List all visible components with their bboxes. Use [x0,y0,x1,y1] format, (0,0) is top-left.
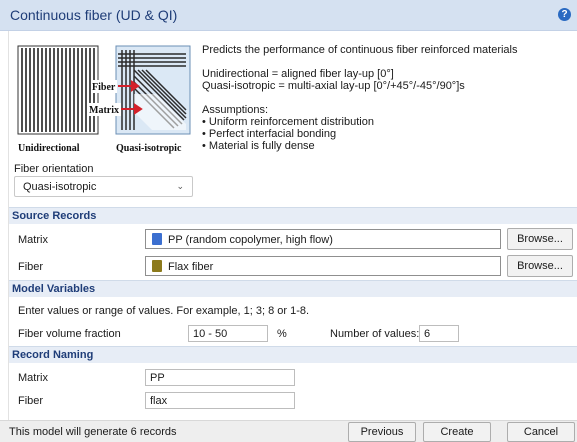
naming-matrix-value: PP [150,372,165,384]
fiber-diagram-svg: Fiber Matrix Unidirectional Quasi-isotro… [17,45,191,154]
previous-button[interactable]: Previous [348,422,416,442]
number-of-values-label: Number of values: [330,328,420,340]
source-fiber-label: Fiber [18,261,44,273]
assumptions-heading: Assumptions: [202,104,269,116]
record-icon [152,233,162,245]
assumption-item: • Material is fully dense [202,140,315,152]
input-hint: Enter values or range of values. For exa… [18,305,310,317]
diagram-label-fiber: Fiber [92,82,116,93]
title-bar: Continuous fiber (UD & QI) ? [0,0,577,31]
record-icon [152,260,162,272]
fiber-orientation-select[interactable]: Quasi-isotropic ⌄ [14,176,193,197]
browse-fiber-button[interactable]: Browse... [507,255,573,277]
section-model-variables: Model Variables [9,280,577,297]
window-title: Continuous fiber (UD & QI) [10,7,178,23]
source-matrix-label: Matrix [18,234,48,246]
caption-unidirectional: Unidirectional [18,143,80,154]
fiber-orientation-label: Fiber orientation [14,163,94,175]
section-heading: Source Records [12,210,97,222]
section-source-records: Source Records [9,207,577,224]
naming-fiber-input[interactable]: flax [145,392,295,409]
cancel-button[interactable]: Cancel [507,422,575,442]
help-icon[interactable]: ? [558,8,571,21]
caption-quasi-isotropic: Quasi-isotropic [116,143,182,154]
source-matrix-value: PP (random copolymer, high flow) [168,234,333,246]
desc-line: Quasi-isotropic = multi-axial lay-up [0°… [202,80,465,92]
browse-matrix-button[interactable]: Browse... [507,228,573,250]
section-heading: Model Variables [12,283,96,295]
assumption-item: • Perfect interfacial bonding [202,128,337,140]
naming-matrix-input[interactable]: PP [145,369,295,386]
create-button[interactable]: Create [423,422,491,442]
source-matrix-field[interactable]: PP (random copolymer, high flow) [145,229,501,249]
source-fiber-field[interactable]: Flax fiber [145,256,501,276]
fiber-orientation-value: Quasi-isotropic [23,181,97,193]
desc-line: Predicts the performance of continuous f… [202,44,518,56]
number-of-values-value: 6 [424,328,431,340]
number-of-values-input[interactable]: 6 [419,325,459,342]
desc-line: Unidirectional = aligned fiber lay-up [0… [202,68,394,80]
naming-matrix-label: Matrix [18,372,48,384]
naming-fiber-value: flax [150,395,168,407]
percent-unit: % [277,328,287,340]
generation-status: This model will generate 6 records [9,426,177,438]
chevron-down-icon: ⌄ [176,181,184,191]
fiber-volume-fraction-input[interactable]: 10 - 50 [188,325,268,342]
source-fiber-value: Flax fiber [168,261,214,273]
fiber-volume-fraction-label: Fiber volume fraction [18,328,121,340]
naming-fiber-label: Fiber [18,395,44,407]
fiber-volume-fraction-value: 10 - 50 [193,328,228,340]
section-record-naming: Record Naming [9,346,577,363]
orientation-diagram: Fiber Matrix Unidirectional Quasi-isotro… [14,42,193,158]
footer-bar: This model will generate 6 records Previ… [0,420,577,442]
model-description: Predicts the performance of continuous f… [202,44,572,152]
assumption-item: • Uniform reinforcement distribution [202,116,374,128]
diagram-label-matrix: Matrix [89,105,119,116]
section-heading: Record Naming [12,349,94,361]
